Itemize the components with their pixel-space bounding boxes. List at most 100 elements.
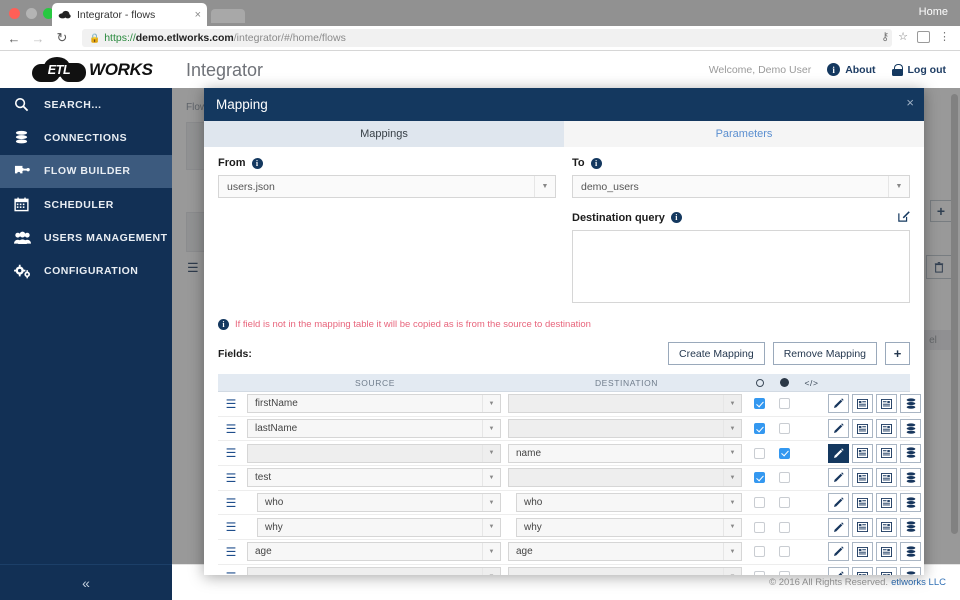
row-drag-handle-icon[interactable]: ☰ [218,471,244,485]
destination-select[interactable]: why ▼ [516,517,742,537]
info-icon[interactable]: i [590,157,602,169]
reload-icon[interactable]: ↻ [52,28,72,48]
bookmark-star-icon[interactable]: ☆ [898,30,908,43]
back-icon[interactable]: ← [4,28,24,48]
source-checkbox[interactable] [754,423,765,435]
browser-menu-icon[interactable]: ⋮ [939,30,950,43]
row-action-indent-left-icon[interactable] [852,394,873,414]
source-select[interactable]: ▼ [247,567,501,575]
row-action-indent-left-icon[interactable] [852,468,873,488]
destination-select[interactable]: ▼ [508,468,742,488]
about-link[interactable]: i About [827,63,876,76]
source-checkbox[interactable] [754,497,765,509]
destination-checkbox[interactable] [779,423,790,435]
extension-icon[interactable] [917,30,930,43]
tab-mappings[interactable]: Mappings [204,121,564,147]
destination-select[interactable]: ▼ [508,394,742,414]
footer-company-link[interactable]: etlworks LLC [891,577,946,588]
row-action-pencil-icon[interactable] [828,567,849,575]
address-bar[interactable]: 🔒 https://demo.etlworks.com/integrator/#… [82,29,892,47]
info-icon[interactable]: i [670,212,682,223]
row-action-pencil-icon[interactable] [828,443,849,463]
row-drag-handle-icon[interactable]: ☰ [218,397,244,411]
source-select[interactable]: age ▼ [247,542,501,562]
source-checkbox[interactable] [754,398,765,410]
modal-scrollbar[interactable] [918,88,923,575]
row-action-indent-right-icon[interactable] [876,493,897,513]
row-action-pencil-icon[interactable] [828,419,849,439]
destination-checkbox[interactable] [779,497,790,509]
forward-icon[interactable]: → [28,28,48,48]
tab-parameters[interactable]: Parameters [564,121,924,147]
source-checkbox[interactable] [754,571,765,575]
destination-checkbox[interactable] [779,447,790,459]
destination-select[interactable]: ▼ [508,419,742,439]
row-action-indent-left-icon[interactable] [852,517,873,537]
row-action-indent-right-icon[interactable] [876,517,897,537]
to-select[interactable]: demo_users ▼ [572,175,910,198]
destination-select[interactable]: ▼ [508,567,742,575]
row-action-indent-left-icon[interactable] [852,567,873,575]
close-icon[interactable]: × [906,95,914,110]
info-icon[interactable]: i [251,157,263,169]
sidebar-item-configuration[interactable]: CONFIGURATION [0,254,172,287]
source-checkbox[interactable] [754,546,765,558]
sidebar-collapse-button[interactable]: « [0,564,172,600]
source-select[interactable]: ▼ [247,443,501,463]
row-action-indent-right-icon[interactable] [876,468,897,488]
app-logo[interactable]: ETL WORKS [32,57,153,82]
source-select[interactable]: firstName ▼ [247,394,501,414]
from-select[interactable]: users.json ▼ [218,175,556,198]
close-window-button[interactable] [9,8,20,19]
row-action-indent-right-icon[interactable] [876,394,897,414]
destination-query-textarea[interactable] [572,230,910,303]
row-action-pencil-icon[interactable] [828,542,849,562]
row-action-pencil-icon[interactable] [828,468,849,488]
row-drag-handle-icon[interactable]: ☰ [218,545,244,559]
row-action-pencil-icon[interactable] [828,517,849,537]
sidebar-item-scheduler[interactable]: SCHEDULER [0,188,172,221]
row-drag-handle-icon[interactable]: ☰ [218,496,244,510]
destination-checkbox[interactable] [779,521,790,533]
key-icon[interactable]: ⚷ [881,30,889,43]
new-tab-placeholder[interactable] [211,9,245,23]
row-action-indent-right-icon[interactable] [876,567,897,575]
row-drag-handle-icon[interactable]: ☰ [218,520,244,534]
sidebar-item-connections[interactable]: CONNECTIONS [0,121,172,154]
row-drag-handle-icon[interactable]: ☰ [218,570,244,575]
source-select[interactable]: test ▼ [247,468,501,488]
destination-checkbox[interactable] [779,546,790,558]
row-action-indent-right-icon[interactable] [876,419,897,439]
sidebar-item-flow-builder[interactable]: FLOW BUILDER [0,154,172,188]
sidebar-item-search[interactable]: SEARCH... [0,88,172,121]
create-mapping-button[interactable]: Create Mapping [667,342,765,365]
destination-checkbox[interactable] [779,398,790,410]
row-action-indent-right-icon[interactable] [876,443,897,463]
row-drag-handle-icon[interactable]: ☰ [218,422,244,436]
row-action-pencil-icon[interactable] [828,493,849,513]
destination-select[interactable]: age ▼ [508,542,742,562]
source-select[interactable]: lastName ▼ [247,419,501,439]
row-action-indent-left-icon[interactable] [852,542,873,562]
source-checkbox[interactable] [754,447,765,459]
destination-checkbox[interactable] [779,571,790,575]
destination-select[interactable]: name ▼ [508,443,742,463]
row-action-indent-left-icon[interactable] [852,443,873,463]
destination-select[interactable]: who ▼ [516,493,742,513]
source-checkbox[interactable] [754,472,765,484]
row-action-indent-right-icon[interactable] [876,542,897,562]
source-checkbox[interactable] [754,521,765,533]
edit-icon[interactable] [898,210,910,225]
row-action-indent-left-icon[interactable] [852,419,873,439]
remove-mapping-button[interactable]: Remove Mapping [772,342,877,365]
sidebar-item-users-management[interactable]: USERS MANAGEMENT [0,221,172,254]
minimize-window-button[interactable] [26,8,37,19]
logout-link[interactable]: Log out [891,63,946,76]
source-select[interactable]: who ▼ [257,493,501,513]
browser-tab-close-icon[interactable]: × [195,9,201,21]
add-field-button[interactable]: + [885,342,910,365]
row-action-pencil-icon[interactable] [828,394,849,414]
source-select[interactable]: why ▼ [257,517,501,537]
row-action-indent-left-icon[interactable] [852,493,873,513]
browser-tab[interactable]: Integrator - flows × [52,3,207,26]
